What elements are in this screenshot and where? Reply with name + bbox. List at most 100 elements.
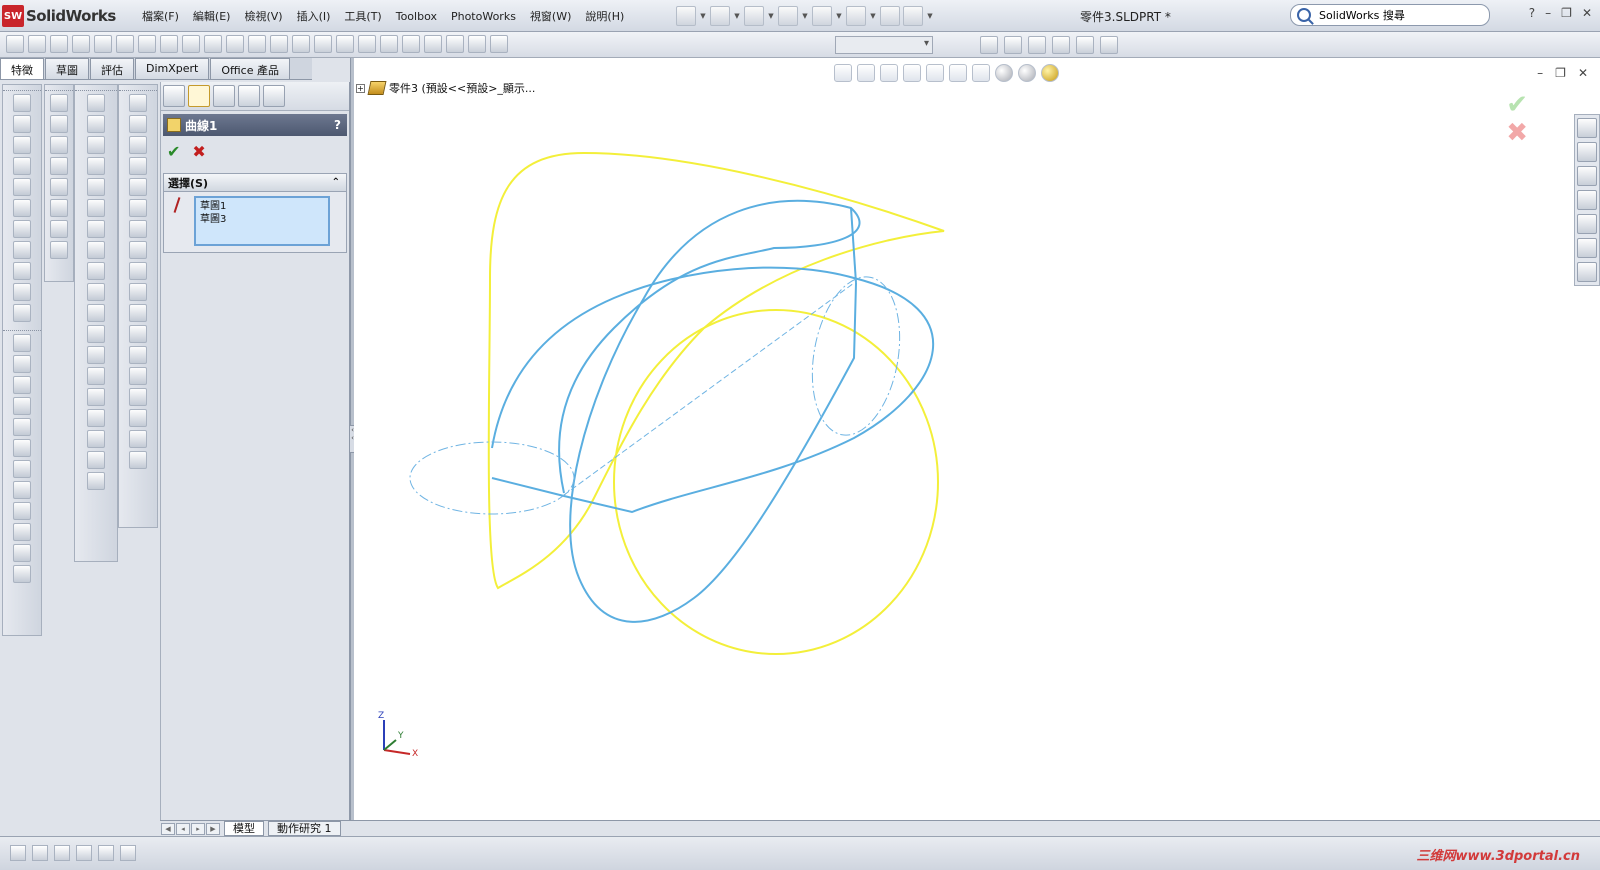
- selected-sketches-list[interactable]: 草圖1 草圖3: [194, 196, 330, 246]
- edit-appearance-icon[interactable]: [995, 64, 1013, 82]
- search-box[interactable]: [1290, 4, 1490, 26]
- move-icon[interactable]: [28, 35, 46, 53]
- tool-icon[interactable]: [13, 355, 31, 373]
- tool-icon[interactable]: [13, 397, 31, 415]
- tool-icon[interactable]: [87, 283, 105, 301]
- print-icon[interactable]: [778, 6, 798, 26]
- tool-icon[interactable]: [50, 199, 68, 217]
- options-icon[interactable]: [903, 6, 923, 26]
- confirmation-cancel-button[interactable]: ✖: [1506, 118, 1528, 148]
- graphics-area[interactable]: + 零件3 (預設<<預設>_顯示... – ❐ ✕ ✔ ✖ Z X Y: [354, 58, 1600, 820]
- tool-icon[interactable]: [129, 346, 147, 364]
- tool-icon[interactable]: [50, 115, 68, 133]
- tool-icon[interactable]: [87, 472, 105, 490]
- chevron-down-icon[interactable]: ▼: [733, 12, 741, 20]
- previous-tab-icon[interactable]: ◂: [176, 822, 190, 835]
- tool-icon[interactable]: [87, 388, 105, 406]
- tool-icon[interactable]: [87, 199, 105, 217]
- minimize-button[interactable]: –: [1545, 6, 1551, 20]
- rebuild-icon[interactable]: [880, 6, 900, 26]
- open-document-icon[interactable]: [710, 6, 730, 26]
- tool-icon[interactable]: [13, 439, 31, 457]
- tool-icon[interactable]: [87, 94, 105, 112]
- tool-icon[interactable]: [87, 409, 105, 427]
- part-name[interactable]: 零件3 (預設<<預設>_顯示...: [389, 80, 535, 96]
- tool-icon[interactable]: [129, 157, 147, 175]
- menu-toolbox[interactable]: Toolbox: [389, 10, 444, 23]
- tool-icon[interactable]: [87, 262, 105, 280]
- collapse-icon[interactable]: ⌃: [332, 177, 340, 188]
- tool-icon[interactable]: [129, 451, 147, 469]
- combine-icon[interactable]: [402, 35, 420, 53]
- menu-file[interactable]: 檔案(F): [135, 8, 186, 24]
- split-icon[interactable]: [424, 35, 442, 53]
- chevron-down-icon[interactable]: ▼: [767, 12, 775, 20]
- tool-icon[interactable]: [129, 241, 147, 259]
- view-palette-icon[interactable]: [1577, 214, 1597, 234]
- first-tab-icon[interactable]: ◀: [161, 822, 175, 835]
- list-item[interactable]: 草圖1: [200, 200, 324, 213]
- tool-icon[interactable]: [13, 262, 31, 280]
- table-icon[interactable]: [76, 845, 92, 861]
- tool-icon[interactable]: [129, 325, 147, 343]
- dome-icon[interactable]: [336, 35, 354, 53]
- configuration-manager-icon[interactable]: [213, 85, 235, 107]
- save-icon[interactable]: [744, 6, 764, 26]
- cancel-button[interactable]: ✖: [192, 142, 205, 161]
- chevron-down-icon[interactable]: ▼: [801, 12, 809, 20]
- tab-features[interactable]: 特徵: [0, 58, 44, 79]
- part-icon[interactable]: [10, 845, 26, 861]
- tool-icon[interactable]: [13, 178, 31, 196]
- tool-icon[interactable]: [50, 241, 68, 259]
- tab-motion-study[interactable]: 動作研究 1: [268, 821, 341, 836]
- chevron-down-icon[interactable]: ▼: [926, 12, 934, 20]
- chevron-down-icon[interactable]: ▼: [835, 12, 843, 20]
- configuration-select[interactable]: [835, 36, 933, 54]
- new-document-icon[interactable]: [676, 6, 696, 26]
- tool-icon[interactable]: [129, 304, 147, 322]
- toolbar-gripper[interactable]: [3, 325, 41, 331]
- assembly-icon[interactable]: [32, 845, 48, 861]
- tool-icon[interactable]: [13, 199, 31, 217]
- tool-icon[interactable]: [13, 502, 31, 520]
- list-icon[interactable]: [54, 845, 70, 861]
- help-icon[interactable]: ?: [1529, 6, 1535, 20]
- tool-icon[interactable]: [13, 283, 31, 301]
- tool-icon[interactable]: [50, 157, 68, 175]
- tool-icon[interactable]: [87, 367, 105, 385]
- close-button[interactable]: ✕: [1582, 6, 1592, 20]
- dimension-icon[interactable]: [98, 845, 114, 861]
- ok-button[interactable]: ✔: [167, 142, 180, 161]
- view-orientation-icon[interactable]: [926, 64, 944, 82]
- last-tab-icon[interactable]: ▶: [206, 822, 220, 835]
- undo-icon[interactable]: [812, 6, 832, 26]
- tool-icon[interactable]: [129, 136, 147, 154]
- tool-icon[interactable]: [13, 565, 31, 583]
- selection-group-header[interactable]: 選擇(S) ⌃: [164, 174, 346, 192]
- tab-dimxpert[interactable]: DimXpert: [135, 58, 210, 79]
- user-icon[interactable]: [1100, 36, 1118, 54]
- hole-icon[interactable]: [138, 35, 156, 53]
- tool-icon[interactable]: [50, 220, 68, 238]
- tool-icon[interactable]: [87, 451, 105, 469]
- tool-icon[interactable]: [129, 430, 147, 448]
- section-view-icon[interactable]: [903, 64, 921, 82]
- tool-icon[interactable]: [50, 94, 68, 112]
- intersect-icon[interactable]: [380, 35, 398, 53]
- tool-icon[interactable]: [87, 178, 105, 196]
- tool-icon[interactable]: [87, 241, 105, 259]
- tool-icon[interactable]: [129, 199, 147, 217]
- tool-icon[interactable]: [13, 115, 31, 133]
- tool-icon[interactable]: [129, 94, 147, 112]
- solidworks-logo[interactable]: SW SolidWorks: [2, 4, 126, 28]
- menu-help[interactable]: 說明(H): [578, 8, 631, 24]
- tool-icon[interactable]: [13, 334, 31, 352]
- tool-icon[interactable]: [129, 367, 147, 385]
- tree-icon[interactable]: [120, 845, 136, 861]
- display-manager-icon[interactable]: [263, 85, 285, 107]
- tool-icon[interactable]: [129, 283, 147, 301]
- draft-icon[interactable]: [248, 35, 266, 53]
- tool-icon[interactable]: [50, 178, 68, 196]
- zoom-to-fit-icon[interactable]: [834, 64, 852, 82]
- menu-window[interactable]: 視窗(W): [523, 8, 578, 24]
